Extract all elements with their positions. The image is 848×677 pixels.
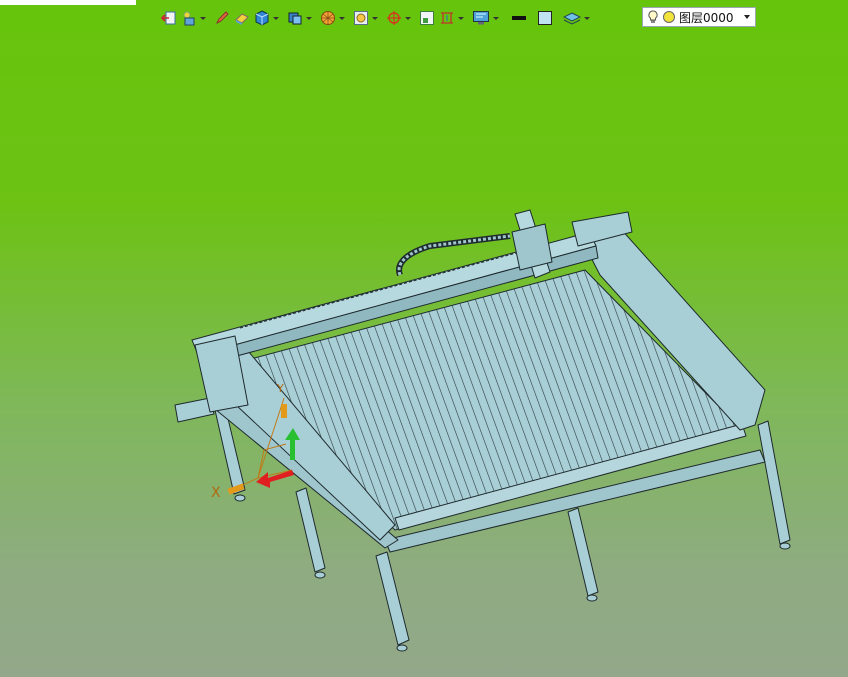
- leg-right: [757, 420, 791, 545]
- leg-front-mid-left: [295, 487, 326, 573]
- 3d-viewport[interactable]: [0, 0, 848, 677]
- y-axis-label: Y: [277, 382, 284, 395]
- leg-mid-front: [567, 507, 599, 597]
- y-axis-handle: [281, 404, 287, 418]
- x-arrow: [256, 470, 294, 488]
- leg-front-left: [375, 551, 410, 646]
- cnc-router-model: [174, 209, 791, 652]
- x-axis-label: X: [211, 485, 221, 501]
